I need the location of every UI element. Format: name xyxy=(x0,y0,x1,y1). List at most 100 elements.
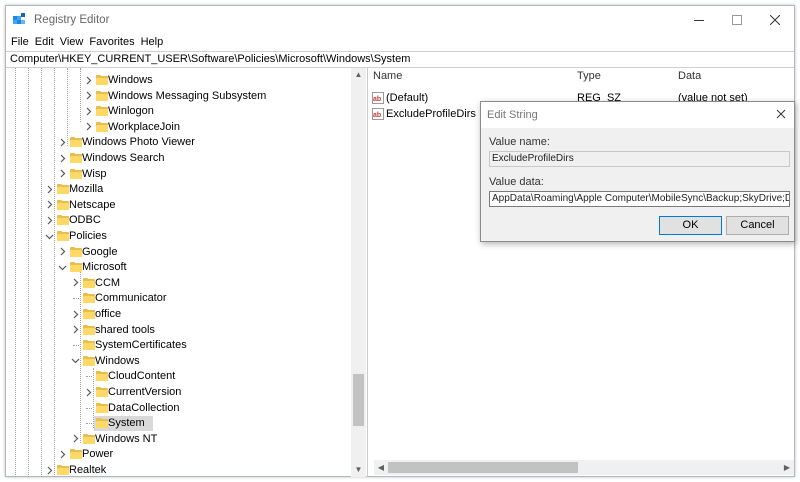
chevron-right-icon[interactable] xyxy=(70,308,80,320)
chevron-right-icon[interactable] xyxy=(44,214,54,226)
tree-node[interactable]: CloudContent xyxy=(7,369,347,384)
menu-view[interactable]: View xyxy=(57,34,87,50)
scroll-right-arrow-icon[interactable]: ▶ xyxy=(780,460,794,475)
title-bar: Registry Editor xyxy=(6,6,794,34)
chevron-right-icon[interactable] xyxy=(70,277,80,289)
tree-scroll-down-arrow-icon[interactable]: ▼ xyxy=(351,463,366,477)
folder-icon xyxy=(70,137,82,148)
menu-file[interactable]: File xyxy=(8,34,32,50)
value-name: (Default) xyxy=(386,92,429,104)
tree-node[interactable]: Microsoft xyxy=(7,260,347,275)
tree-scrollbar-thumb[interactable] xyxy=(353,374,364,426)
column-header-type[interactable]: Type xyxy=(577,70,601,82)
edit-string-dialog: Edit String Value name: ExcludeProfileDi… xyxy=(480,101,795,242)
tree-node-label: Google xyxy=(82,245,118,258)
tree-node[interactable]: Windows Photo Viewer xyxy=(7,135,347,150)
value-name: ExcludeProfileDirs xyxy=(386,108,476,120)
value-name-label: Value name: xyxy=(489,136,550,148)
folder-icon xyxy=(70,246,82,257)
tree-node[interactable]: CCM xyxy=(7,276,347,291)
close-button[interactable] xyxy=(756,6,794,34)
chevron-right-icon[interactable] xyxy=(57,168,67,180)
tree-node[interactable]: Mozilla xyxy=(7,182,347,197)
tree-node[interactable]: System xyxy=(7,416,347,432)
tree-node[interactable]: Windows Messaging Subsystem xyxy=(7,89,347,104)
tree-node[interactable]: Winlogon xyxy=(7,104,347,119)
menu-favorites[interactable]: Favorites xyxy=(86,34,137,50)
tree-node-label: CurrentVersion xyxy=(108,386,182,398)
dialog-title: Edit String xyxy=(487,109,538,121)
chevron-right-icon[interactable] xyxy=(83,74,93,86)
tree-node-label: DataCollection xyxy=(108,401,180,414)
tree-node-label: Windows Photo Viewer xyxy=(82,136,195,149)
column-header-name[interactable]: Name xyxy=(373,70,402,82)
tree-node[interactable]: ODBC xyxy=(7,213,347,228)
dialog-close-icon[interactable] xyxy=(774,107,788,121)
tree-node[interactable]: Netscape xyxy=(7,198,347,213)
tree-node-label: Windows xyxy=(95,354,140,367)
folder-icon xyxy=(57,215,69,226)
menu-edit[interactable]: Edit xyxy=(32,34,57,50)
chevron-right-icon[interactable] xyxy=(57,152,67,164)
tree-node-label: CCM xyxy=(95,276,121,289)
menu-help[interactable]: Help xyxy=(138,34,167,50)
column-header-data[interactable]: Data xyxy=(678,70,701,82)
tree-node[interactable]: Communicator xyxy=(7,291,347,306)
value-data-field[interactable]: AppData\Roaming\Apple Computer\MobileSyn… xyxy=(489,191,790,207)
folder-icon xyxy=(57,184,69,195)
ok-button[interactable]: OK xyxy=(659,216,722,235)
tree-node[interactable]: office xyxy=(7,307,347,322)
tree-node[interactable]: Windows xyxy=(7,354,347,369)
chevron-right-icon[interactable] xyxy=(70,324,80,336)
tree-scrollbar[interactable]: ▲ ▼ xyxy=(351,68,366,477)
folder-icon xyxy=(96,418,108,429)
tree-node[interactable]: shared tools xyxy=(7,323,347,338)
tree-node-label: SystemCertificates xyxy=(95,339,187,352)
chevron-down-icon[interactable] xyxy=(57,261,67,273)
maximize-button[interactable] xyxy=(718,6,756,34)
tree-connector xyxy=(73,345,79,347)
chevron-right-icon[interactable] xyxy=(83,90,93,102)
tree-scroll-up-arrow-icon[interactable]: ▲ xyxy=(351,68,366,82)
folder-icon xyxy=(96,402,108,413)
tree-node[interactable]: Wisp xyxy=(7,167,347,182)
scroll-left-arrow-icon[interactable]: ◀ xyxy=(374,460,388,475)
chevron-down-icon[interactable] xyxy=(70,355,80,367)
chevron-right-icon[interactable] xyxy=(83,105,93,117)
chevron-right-icon[interactable] xyxy=(44,199,54,211)
address-bar[interactable]: Computer\HKEY_CURRENT_USER\Software\Poli… xyxy=(6,51,794,68)
chevron-right-icon[interactable] xyxy=(57,136,67,148)
chevron-down-icon[interactable] xyxy=(44,230,54,242)
address-path[interactable]: Computer\HKEY_CURRENT_USER\Software\Poli… xyxy=(10,53,410,66)
chevron-right-icon[interactable] xyxy=(83,121,93,133)
chevron-right-icon[interactable] xyxy=(57,246,67,258)
tree-node[interactable]: Power xyxy=(7,447,347,462)
folder-icon xyxy=(83,324,95,335)
folder-icon xyxy=(83,433,95,444)
tree-node[interactable]: Realtek xyxy=(7,463,347,477)
minimize-button[interactable] xyxy=(680,6,718,34)
tree-node[interactable]: SystemCertificates xyxy=(7,338,347,353)
tree-node[interactable]: Policies xyxy=(7,229,347,244)
tree-node[interactable]: CurrentVersion xyxy=(7,385,347,400)
horizontal-scrollbar-thumb[interactable] xyxy=(388,462,578,473)
tree-node[interactable]: Windows Search xyxy=(7,151,347,166)
values-horizontal-scrollbar[interactable]: ◀ ▶ xyxy=(374,460,794,475)
tree-node[interactable]: Windows xyxy=(7,73,347,88)
chevron-right-icon[interactable] xyxy=(44,183,54,195)
tree-node-label: Winlogon xyxy=(108,105,154,118)
folder-icon xyxy=(96,75,108,85)
tree-node[interactable]: WorkplaceJoin xyxy=(7,120,347,135)
tree-connector xyxy=(86,376,92,378)
tree-node[interactable]: Windows NT xyxy=(7,432,347,447)
folder-icon xyxy=(83,277,95,288)
cancel-button[interactable]: Cancel xyxy=(726,216,789,235)
folder-icon xyxy=(70,262,82,273)
chevron-right-icon[interactable] xyxy=(83,386,93,398)
chevron-right-icon[interactable] xyxy=(57,448,67,460)
chevron-right-icon[interactable] xyxy=(70,433,80,445)
tree-node[interactable]: DataCollection xyxy=(7,401,347,416)
chevron-right-icon[interactable] xyxy=(44,464,54,476)
folder-icon xyxy=(57,465,69,475)
tree-node[interactable]: Google xyxy=(7,245,347,260)
